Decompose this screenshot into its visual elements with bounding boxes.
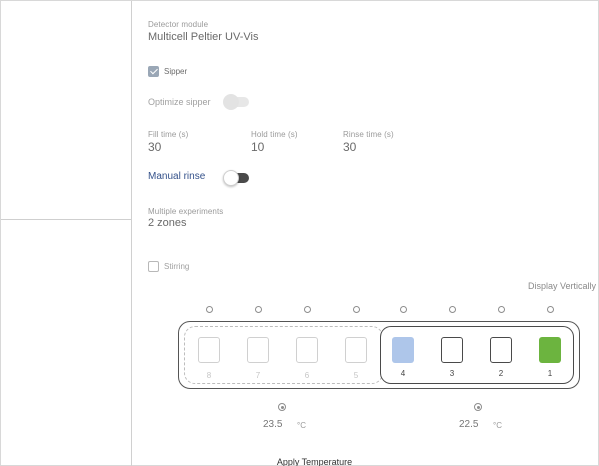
zone-1-unit: °C bbox=[297, 421, 306, 430]
cell-5-radio[interactable] bbox=[353, 306, 360, 313]
detector-value: Multicell Peltier UV-Vis bbox=[148, 31, 259, 43]
hold-time-label: Hold time (s) bbox=[251, 130, 298, 139]
cuvette-7[interactable] bbox=[247, 337, 269, 363]
rinse-time-label: Rinse time (s) bbox=[343, 130, 394, 139]
cell-3-radio[interactable] bbox=[449, 306, 456, 313]
stirring-label: Stirring bbox=[164, 262, 190, 271]
cuvette-6[interactable] bbox=[296, 337, 318, 363]
cell-6-radio[interactable] bbox=[304, 306, 311, 313]
apply-temperature-button[interactable]: Apply Temperature bbox=[277, 457, 352, 466]
hold-time-value[interactable]: 10 bbox=[251, 140, 264, 154]
apply-temperature-row: Apply Temperature bbox=[1, 457, 599, 466]
sipper-checkbox[interactable] bbox=[148, 66, 159, 77]
sidebar-separator bbox=[1, 219, 131, 220]
cuvette-8[interactable] bbox=[198, 337, 220, 363]
cell-number: 4 bbox=[400, 369, 406, 378]
cell-4-radio[interactable] bbox=[400, 306, 407, 313]
cell-number: 6 bbox=[304, 371, 310, 380]
display-vertically-link[interactable]: Display Vertically bbox=[528, 281, 596, 291]
zone-2-unit: °C bbox=[493, 421, 502, 430]
cell-2-radio[interactable] bbox=[498, 306, 505, 313]
manual-rinse-label: Manual rinse bbox=[148, 171, 206, 182]
cell-number: 1 bbox=[547, 369, 553, 378]
cell-number: 3 bbox=[449, 369, 455, 378]
cell-1-radio[interactable] bbox=[547, 306, 554, 313]
fill-time-label: Fill time (s) bbox=[148, 130, 189, 139]
settings-panel: Detector module Multicell Peltier UV-Vis… bbox=[0, 0, 599, 466]
cuvette-4[interactable] bbox=[392, 337, 414, 363]
sipper-label: Sipper bbox=[164, 67, 188, 76]
cell-number: 2 bbox=[498, 369, 504, 378]
experiments-value[interactable]: 2 zones bbox=[148, 217, 187, 229]
zone-1-temperature[interactable]: 23.5 bbox=[263, 419, 282, 430]
cell-7-radio[interactable] bbox=[255, 306, 262, 313]
fill-time-value[interactable]: 30 bbox=[148, 140, 161, 154]
stirring-checkbox[interactable] bbox=[148, 261, 159, 272]
rinse-time-value[interactable]: 30 bbox=[343, 140, 356, 154]
cell-number: 5 bbox=[353, 371, 359, 380]
cuvette-5[interactable] bbox=[345, 337, 367, 363]
cell-number: 7 bbox=[255, 371, 261, 380]
optimize-sipper-label: Optimize sipper bbox=[148, 97, 211, 107]
cell-8-radio[interactable] bbox=[206, 306, 213, 313]
optimize-sipper-toggle[interactable] bbox=[223, 94, 249, 110]
thermometer-icon bbox=[474, 403, 482, 411]
cuvette-3[interactable] bbox=[441, 337, 463, 363]
cell-number: 8 bbox=[206, 371, 212, 380]
sidebar-divider bbox=[131, 1, 132, 466]
cuvette-1[interactable] bbox=[539, 337, 561, 363]
thermometer-icon bbox=[278, 403, 286, 411]
experiments-label: Multiple experiments bbox=[148, 207, 224, 216]
cuvette-2[interactable] bbox=[490, 337, 512, 363]
zone-2-temperature[interactable]: 22.5 bbox=[459, 419, 478, 430]
toggle-knob bbox=[223, 94, 239, 110]
detector-label: Detector module bbox=[148, 20, 209, 29]
toggle-knob bbox=[223, 170, 239, 186]
manual-rinse-toggle[interactable] bbox=[223, 170, 249, 186]
